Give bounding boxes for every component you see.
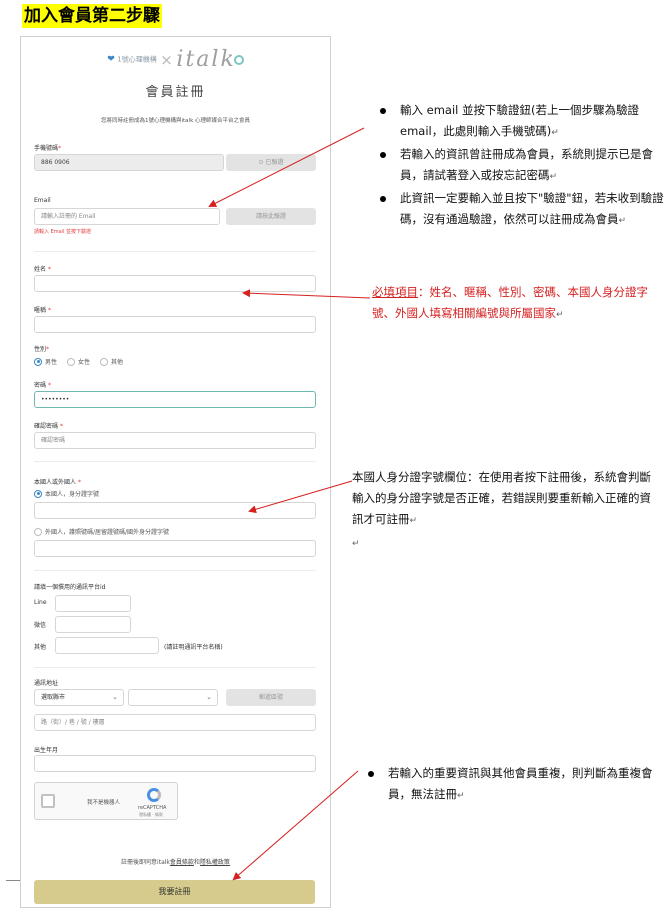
radio-icon <box>67 357 76 366</box>
terms-link[interactable]: 會員條款 <box>170 859 194 866</box>
duplicate-note: 若輸入的重要資訊與其他會員重複，則判斷為重複會員，無法註冊↵ <box>362 763 658 807</box>
radio-selected-icon <box>34 489 42 498</box>
terms-text: 註冊後即同意italk會員條款和隱私權政策 <box>121 859 230 866</box>
district-select[interactable]: ⌄ <box>128 689 218 706</box>
platform-label: 請填一個慣用的通訊平台id <box>34 584 106 591</box>
city-select[interactable]: 選取縣市 ⌄ <box>34 689 124 706</box>
margin-line <box>6 880 20 881</box>
phone-label: 手機號碼* <box>34 145 62 152</box>
divider <box>34 667 316 668</box>
birth-label: 出生年月 <box>34 747 59 754</box>
heart-icon: ❤ <box>107 54 115 65</box>
name-input[interactable] <box>34 275 316 292</box>
nickname-label: 暱稱 * <box>34 307 51 314</box>
recaptcha-label: 我不是機器人 <box>87 800 121 806</box>
recaptcha-checkbox[interactable] <box>41 794 55 808</box>
name-label: 姓名 * <box>34 266 51 273</box>
foreign-id-input[interactable] <box>34 540 316 557</box>
recaptcha-widget: 我不是機器人 reCAPTCHA 隱私權 - 條款 <box>34 782 178 820</box>
recaptcha-logo-icon <box>147 788 161 802</box>
chevron-down-icon: ⌄ <box>112 693 118 701</box>
chevron-down-icon: ⌄ <box>206 693 212 701</box>
other-platform-input[interactable] <box>55 637 159 654</box>
page-description: 您將同時註冊成為1號心理機構與italk 心理師媒合平台之會員 <box>100 118 251 124</box>
other-platform-label: 其他 <box>34 644 47 651</box>
wechat-input[interactable] <box>55 616 131 633</box>
logo-x: × <box>160 50 173 69</box>
national-id-input[interactable] <box>34 502 316 519</box>
radio-icon <box>34 527 42 536</box>
step-title: 加入會員第二步驟 <box>22 4 162 28</box>
email-input[interactable]: 請輸入註冊的 Email <box>34 208 220 225</box>
street-input[interactable]: 路（街）/ 巷 / 號 / 樓層 <box>34 714 316 731</box>
password-label: 密碼 * <box>34 382 51 389</box>
confirm-password-label: 確認密碼 * <box>34 423 63 430</box>
gender-radio-group: 男性 女性 其他 <box>34 357 133 366</box>
id-check-note: 本國人身分證字號欄位：在使用者按下註冊後，系統會判斷輸入的身分證字號是否正確，若… <box>352 470 651 549</box>
logo-dot-icon <box>233 54 244 65</box>
confirm-password-input[interactable]: 確認密碼 <box>34 432 316 449</box>
divider <box>34 251 316 252</box>
divider <box>34 570 316 571</box>
logo-prefix: 1號心理機構 <box>117 55 157 64</box>
phone-verified-button: ⊙ 已驗證 <box>226 154 316 171</box>
other-platform-hint: (請註明通訊平台名稱) <box>164 644 223 651</box>
gender-male[interactable]: 男性 <box>34 357 57 366</box>
birth-input[interactable] <box>34 755 316 772</box>
privacy-link[interactable]: 隱私權政策 <box>200 859 230 866</box>
registration-screen: ❤ 1號心理機構 × italk 會員註冊 您將同時註冊成為1號心理機構與ita… <box>20 36 331 908</box>
check-circle-icon: ⊙ <box>258 159 264 166</box>
email-error: 請輸入 Email 並按下驗證 <box>34 229 92 235</box>
register-button[interactable]: 我要註冊 <box>34 880 315 904</box>
divider <box>34 461 316 462</box>
recaptcha-links[interactable]: 隱私權 - 條款 <box>139 812 163 818</box>
foreign-radio[interactable]: 外國人，護照號碼/居留證號碼/國外身分證字號 <box>34 527 169 536</box>
zip-code-button[interactable]: 郵遞區號 <box>226 689 316 706</box>
brand-logo: ❤ 1號心理機構 × italk <box>21 47 330 73</box>
nationality-label: 本國人或外國人 * <box>34 479 81 486</box>
phone-field[interactable]: 886 0906 <box>34 154 224 171</box>
gender-female[interactable]: 女性 <box>67 357 90 366</box>
nickname-input[interactable] <box>34 316 316 333</box>
required-fields-note: 必填項目：姓名、暱稱、性別、密碼、本國人身分證字號、外國人填寫相關編號與所屬國家… <box>372 285 648 320</box>
email-notes: 輸入 email 並按下驗證鈕(若上一個步驟為驗證 email，此處則輸入手機號… <box>374 100 664 232</box>
note-item: 此資訊一定要輸入並且按下"驗證"鈕，若未收到驗證碼，沒有通過驗證，依然可以註冊成… <box>374 188 664 232</box>
radio-icon <box>100 357 109 366</box>
gender-other[interactable]: 其他 <box>100 357 123 366</box>
note-item: 若輸入的資訊曾註冊成為會員，系統則提示已是會員，請試著登入或按忘記密碼↵ <box>374 144 664 188</box>
line-label: Line <box>34 599 47 606</box>
note-item: 輸入 email 並按下驗證鈕(若上一個步驟為驗證 email，此處則輸入手機號… <box>374 100 664 144</box>
address-label: 通訊地址 <box>34 680 59 687</box>
password-input[interactable]: •••••••• <box>34 391 316 408</box>
page-title: 會員註冊 <box>145 85 206 100</box>
logo-italk: italk <box>176 47 236 72</box>
email-label: Email <box>34 197 51 204</box>
recaptcha-name: reCAPTCHA <box>138 805 167 811</box>
note-item: 若輸入的重要資訊與其他會員重複，則判斷為重複會員，無法註冊↵ <box>362 763 658 807</box>
wechat-label: 微信 <box>34 622 47 629</box>
radio-selected-icon <box>34 357 42 366</box>
gender-label: 性別* <box>34 346 50 353</box>
national-radio[interactable]: 本國人，身分證字號 <box>34 489 99 498</box>
email-verify-button[interactable]: 請按此驗證 <box>226 208 316 225</box>
line-input[interactable] <box>55 595 131 612</box>
